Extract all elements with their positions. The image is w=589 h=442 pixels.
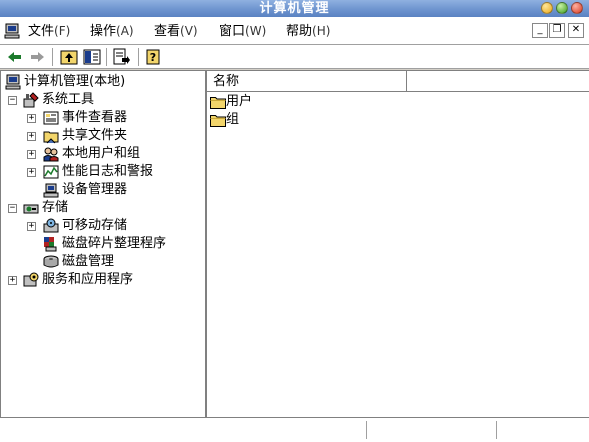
tree-item-label: 系统工具 <box>42 92 95 107</box>
menu-file-label: 文件 <box>28 24 55 39</box>
window-minimize-button[interactable] <box>541 2 553 14</box>
status-divider <box>496 421 497 439</box>
menu-view[interactable]: 查看(V) <box>154 17 198 45</box>
folder-icon <box>210 97 226 109</box>
toolbar: ? <box>0 45 589 69</box>
menu-file-accel: (F) <box>54 24 71 38</box>
menu-help-label: 帮助 <box>286 24 313 39</box>
toolbar-separator <box>52 48 54 66</box>
console-tree[interactable]: 计算机管理(本地) − 系统工具 + 事件查看器 + 共享文件夹 + 本地用户和… <box>0 70 206 418</box>
menu-file[interactable]: 文件(F) <box>28 17 70 45</box>
menu-bar: 文件(F) 操作(A) 查看(V) 窗口(W) 帮助(H) _ ❐ ✕ <box>0 17 589 45</box>
tree-expand-button[interactable]: + <box>27 132 36 141</box>
list-item-label: 用户 <box>226 94 253 109</box>
tree-item-label: 计算机管理(本地) <box>24 74 126 89</box>
export-list-icon[interactable] <box>113 48 131 66</box>
menu-help-accel: (H) <box>312 24 331 38</box>
tree-item-label: 事件查看器 <box>62 110 128 125</box>
menu-view-label: 查看 <box>154 24 181 39</box>
window-close-button[interactable] <box>571 2 583 14</box>
menu-window-accel: (W) <box>245 24 267 38</box>
menu-window[interactable]: 窗口(W) <box>219 17 266 45</box>
tree-item-label: 磁盘碎片整理程序 <box>62 236 167 251</box>
window-maximize-button[interactable] <box>556 2 568 14</box>
column-header-label: 名称 <box>213 74 240 89</box>
tree-expand-button[interactable]: + <box>27 168 36 177</box>
tree-item-label: 本地用户和组 <box>62 146 141 161</box>
tree-item-label: 存储 <box>42 200 69 215</box>
tree-collapse-button[interactable]: − <box>8 96 17 105</box>
child-close-button[interactable]: ✕ <box>568 23 584 38</box>
menu-action[interactable]: 操作(A) <box>90 17 134 45</box>
tree-item-label: 设备管理器 <box>62 182 128 197</box>
shared-folder-icon <box>43 131 59 144</box>
child-restore-button[interactable]: ❐ <box>549 23 565 38</box>
folder-icon <box>210 115 226 127</box>
status-bar <box>0 418 589 442</box>
tree-item-label: 服务和应用程序 <box>42 272 134 287</box>
tree-item-label: 可移动存储 <box>62 218 128 233</box>
list-item-label: 组 <box>226 112 240 127</box>
title-bar[interactable]: 计算机管理 <box>0 0 589 17</box>
tree-collapse-button[interactable]: − <box>8 204 17 213</box>
performance-icon <box>43 165 59 179</box>
toolbar-separator <box>106 48 108 66</box>
defragmenter-icon <box>44 237 57 252</box>
services-icon <box>23 272 39 287</box>
tree-expand-button[interactable]: + <box>8 276 17 285</box>
tree-item-label: 性能日志和警报 <box>62 164 154 179</box>
tree-expand-button[interactable]: + <box>27 114 36 123</box>
removable-storage-icon <box>43 218 59 233</box>
tree-expand-button[interactable]: + <box>27 150 36 159</box>
menu-window-label: 窗口 <box>219 24 246 39</box>
event-viewer-icon <box>43 111 59 125</box>
menu-help[interactable]: 帮助(H) <box>286 17 330 45</box>
status-divider <box>366 421 367 439</box>
toolbar-separator <box>138 48 140 66</box>
back-arrow-icon[interactable] <box>6 48 24 66</box>
storage-icon <box>23 204 39 214</box>
tools-icon <box>23 92 39 108</box>
window-title: 计算机管理 <box>259 1 330 16</box>
tree-item-label: 共享文件夹 <box>62 128 128 143</box>
computer-management-icon <box>5 74 21 90</box>
forward-arrow-icon[interactable] <box>28 48 46 66</box>
column-header-name[interactable]: 名称 <box>207 71 407 92</box>
disk-management-icon <box>43 255 59 268</box>
show-hide-tree-icon[interactable] <box>83 48 101 66</box>
details-pane[interactable]: 名称 用户 组 <box>207 70 589 418</box>
tree-expand-button[interactable]: + <box>27 222 36 231</box>
menu-view-accel: (V) <box>180 24 198 38</box>
tree-item-label: 磁盘管理 <box>62 254 115 269</box>
svg-text:?: ? <box>150 51 156 64</box>
menu-action-label: 操作 <box>90 24 117 39</box>
folder-up-icon[interactable] <box>60 48 78 66</box>
users-icon <box>43 147 59 162</box>
help-icon[interactable]: ? <box>145 48 163 66</box>
menu-action-accel: (A) <box>116 24 134 38</box>
column-header-filler <box>407 71 589 92</box>
device-manager-icon <box>43 183 59 198</box>
computer-management-icon[interactable] <box>4 23 20 39</box>
child-minimize-button[interactable]: _ <box>532 23 548 38</box>
